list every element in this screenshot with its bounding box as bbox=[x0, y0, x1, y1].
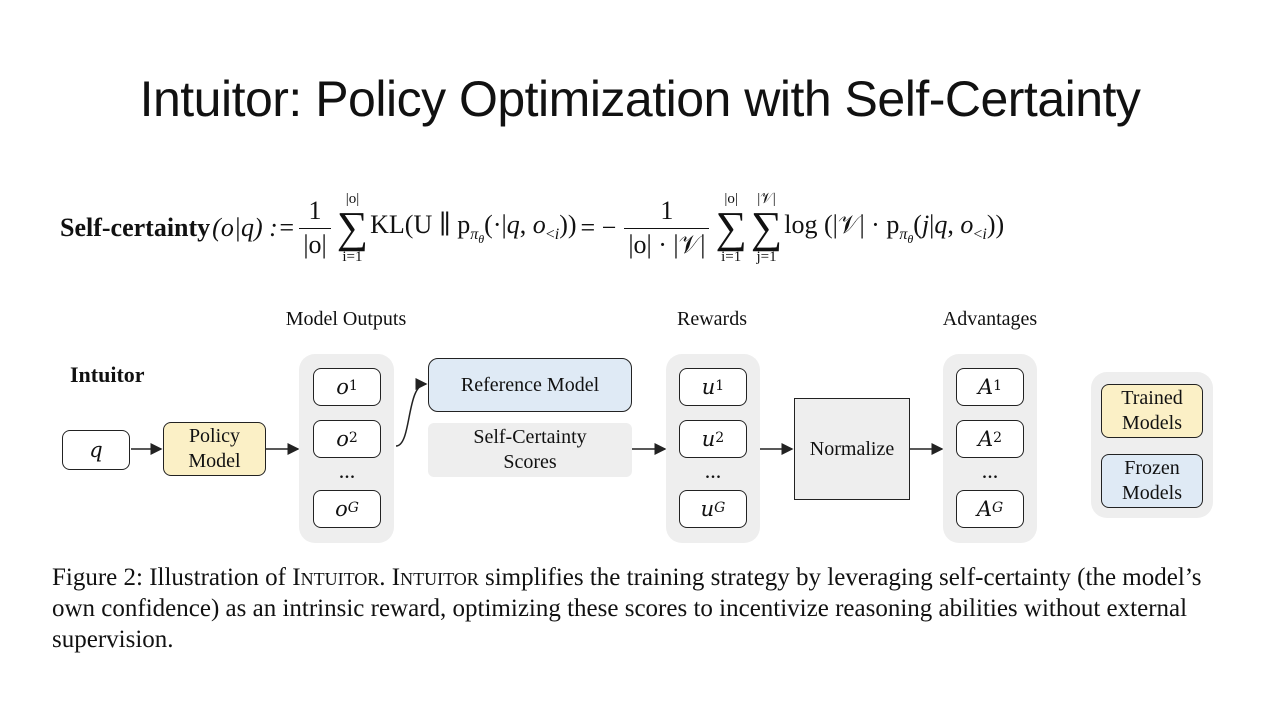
reward-uG: uG bbox=[679, 490, 747, 528]
legend-trained-line2: Models bbox=[1122, 412, 1182, 434]
reward-u1: u1 bbox=[679, 368, 747, 406]
sum-operator-2: |o| ∑ i=1 bbox=[715, 191, 746, 266]
formula-lhs-name: Self-certainty bbox=[60, 213, 211, 242]
self-certainty-line1: Self-Certainty bbox=[473, 426, 587, 448]
advantage-A1: A1 bbox=[956, 368, 1024, 406]
legend-trained-line1: Trained bbox=[1121, 387, 1183, 409]
policy-model-line2: Model bbox=[188, 450, 241, 472]
frac1-denominator: |o| bbox=[303, 229, 327, 259]
frac2-numerator: 1 bbox=[624, 195, 710, 229]
output-oG: oG bbox=[313, 490, 381, 528]
reference-model-label: Reference Model bbox=[460, 373, 600, 396]
formula-fraction-1: 1 |o| bbox=[299, 195, 331, 261]
legend-frozen-line1: Frozen bbox=[1124, 457, 1180, 479]
caption-prefix: Figure 2: Illustration of bbox=[52, 564, 293, 591]
header-advantages: Advantages bbox=[942, 308, 1038, 330]
arrow-outputs-to-reference bbox=[395, 378, 428, 447]
frac1-numerator: 1 bbox=[299, 195, 331, 229]
sigma-icon: ∑ bbox=[715, 203, 747, 253]
caption-mid: . bbox=[379, 564, 392, 591]
intuitor-diagram: Model Outputs Rewards Advantages Intuito… bbox=[0, 300, 1280, 550]
advantages-ellipsis: ... bbox=[981, 458, 999, 483]
sigma-icon: ∑ bbox=[750, 203, 783, 253]
input-q-box: q bbox=[62, 430, 130, 470]
reference-model-box: Reference Model bbox=[428, 358, 632, 412]
normalize-box: Normalize bbox=[794, 398, 910, 500]
rewards-ellipsis: ... bbox=[704, 458, 722, 483]
formula-eq-minus: = − bbox=[580, 213, 617, 242]
outputs-ellipsis: ... bbox=[338, 458, 356, 483]
policy-model-box: Policy Model bbox=[163, 422, 266, 476]
sigma-icon: ∑ bbox=[336, 203, 369, 253]
formula-log-term: log (|𝒱| · pπθ(j|q, o<i)) bbox=[784, 209, 1005, 246]
formula-kl-term: KL(U ∥ pπθ(·|q, o<i)) bbox=[370, 209, 577, 246]
advantage-AG: AG bbox=[956, 490, 1024, 528]
caption-name-2: Intuitor bbox=[391, 564, 479, 591]
caption-name-1: Intuitor bbox=[292, 564, 380, 591]
formula-fraction-2: 1 |o| · |𝒱| bbox=[624, 195, 710, 261]
self-certainty-line2: Scores bbox=[503, 451, 557, 473]
legend-frozen-line2: Models bbox=[1122, 482, 1182, 504]
formula-lhs-args: (o|q) := bbox=[212, 213, 296, 242]
slide-title: Intuitor: Policy Optimization with Self-… bbox=[139, 71, 1141, 127]
frac2-denominator: |o| · |𝒱| bbox=[628, 229, 706, 259]
normalize-label: Normalize bbox=[809, 437, 895, 460]
output-o2: o2 bbox=[313, 420, 381, 458]
self-certainty-formula: Self-certainty (o|q) := 1 |o| |o| ∑ i=1 … bbox=[60, 178, 1230, 278]
reward-u2: u2 bbox=[679, 420, 747, 458]
self-certainty-scores-box: Self-Certainty Scores bbox=[428, 423, 632, 477]
policy-model-line1: Policy bbox=[188, 425, 241, 447]
sum-operator-3: |𝒱| ∑ j=1 bbox=[751, 191, 782, 266]
header-rewards: Rewards bbox=[677, 308, 747, 330]
legend-frozen-models: Frozen Models bbox=[1101, 454, 1203, 508]
figure-caption: Figure 2: Illustration of Intuitor. Intu… bbox=[52, 562, 1232, 655]
advantage-A2: A2 bbox=[956, 420, 1024, 458]
legend-trained-models: Trained Models bbox=[1101, 384, 1203, 438]
intuitor-label: Intuitor bbox=[70, 362, 145, 387]
sum-operator-1: |o| ∑ i=1 bbox=[337, 191, 368, 266]
input-q-label: q bbox=[89, 437, 103, 462]
header-model-outputs: Model Outputs bbox=[285, 308, 407, 330]
output-o1: o1 bbox=[313, 368, 381, 406]
